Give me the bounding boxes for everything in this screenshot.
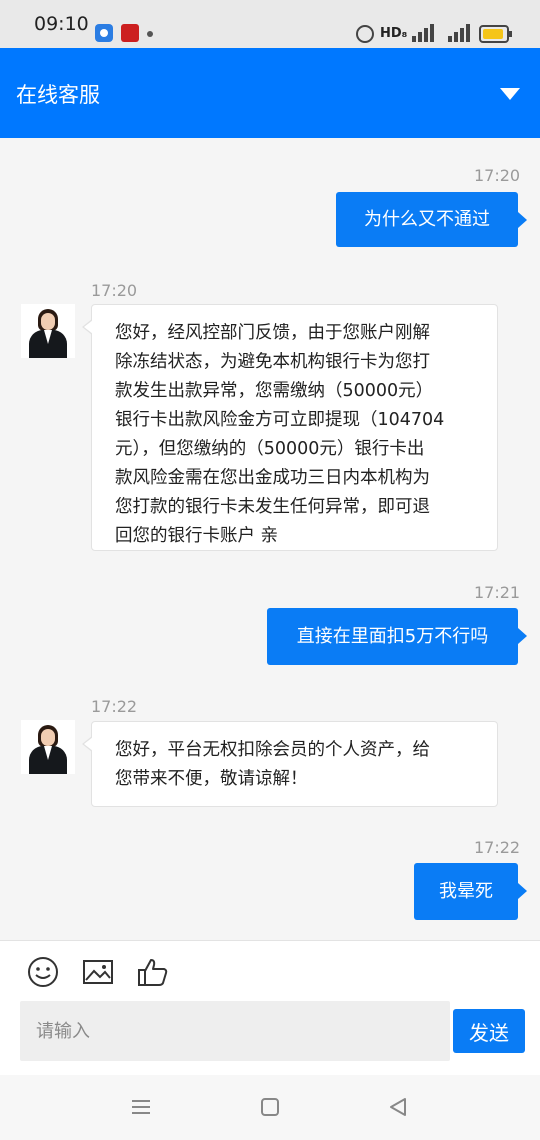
message-text: 为什么又不通过 (364, 209, 490, 230)
message-line: 款风险金需在您出金成功三日内本机构为 (115, 468, 430, 488)
signal-icon (412, 24, 436, 42)
hd-indicator: HD₈ (380, 26, 408, 41)
alarm-icon (356, 25, 374, 43)
message-input-container (20, 1001, 450, 1061)
message-line: 您带来不便，敬请谅解！ (115, 769, 308, 789)
message-timestamp: 17:22 (91, 697, 138, 716)
outgoing-message[interactable]: 为什么又不通过 (336, 192, 527, 247)
message-timestamp: 17:22 (474, 838, 521, 857)
agent-avatar[interactable] (21, 720, 75, 774)
outgoing-message[interactable]: 我晕死 (414, 863, 527, 920)
message-input[interactable] (20, 1001, 450, 1061)
chevron-down-icon[interactable] (500, 88, 520, 100)
message-line: 您好，经风控部门反馈，由于您账户刚解 (115, 323, 430, 343)
incoming-message[interactable]: 您好，平台无权扣除会员的个人资产，给 您带来不便，敬请谅解！ (82, 721, 498, 807)
message-text: 直接在里面扣5万不行吗 (296, 626, 489, 647)
status-bar: 09:10 HD₈ (0, 0, 540, 48)
signal-icon-2 (448, 24, 472, 42)
incoming-message[interactable]: 您好，经风控部门反馈，由于您账户刚解 除冻结状态，为避免本机构银行卡为您打 款发… (82, 304, 498, 551)
outgoing-message[interactable]: 直接在里面扣5万不行吗 (267, 608, 527, 665)
thumbs-up-icon[interactable] (135, 954, 171, 990)
agent-avatar[interactable] (21, 304, 75, 358)
home-icon[interactable] (259, 1097, 281, 1117)
chat-toolbar: 发送 (0, 940, 540, 1076)
message-timestamp: 17:20 (474, 166, 521, 185)
message-line: 银行卡出款风险金方可立即提现（104704 (115, 410, 445, 430)
message-line: 除冻结状态，为避免本机构银行卡为您打 (115, 352, 430, 372)
emoji-icon[interactable] (25, 954, 61, 990)
back-icon[interactable] (387, 1096, 409, 1118)
battery-icon (479, 25, 512, 43)
more-notifications-dot (147, 31, 153, 37)
chat-message-list[interactable]: 17:20 为什么又不通过 17:20 您好，经风控部门反馈，由于您账户刚解 除… (0, 138, 540, 938)
page-title: 在线客服 (16, 83, 100, 107)
status-time: 09:10 (34, 13, 89, 35)
notification-app-icon (95, 24, 113, 42)
message-text: 我晕死 (439, 881, 493, 902)
message-line: 您好，平台无权扣除会员的个人资产，给 (115, 740, 430, 760)
system-nav-bar (0, 1075, 540, 1140)
message-timestamp: 17:21 (474, 583, 521, 602)
message-line: 元），但您缴纳的（50000元）银行卡出 (115, 439, 425, 459)
notification-app-icon-red (121, 24, 139, 42)
send-button[interactable]: 发送 (453, 1009, 525, 1053)
message-line: 款发生出款异常，您需缴纳（50000元） (115, 381, 434, 401)
chat-header: 在线客服 (0, 48, 540, 138)
menu-icon[interactable] (130, 1097, 152, 1117)
message-line: 回您的银行卡账户 亲 (115, 526, 279, 546)
image-icon[interactable] (80, 954, 116, 990)
message-line: 您打款的银行卡未发生任何异常，即可退 (115, 497, 430, 517)
message-timestamp: 17:20 (91, 281, 138, 300)
